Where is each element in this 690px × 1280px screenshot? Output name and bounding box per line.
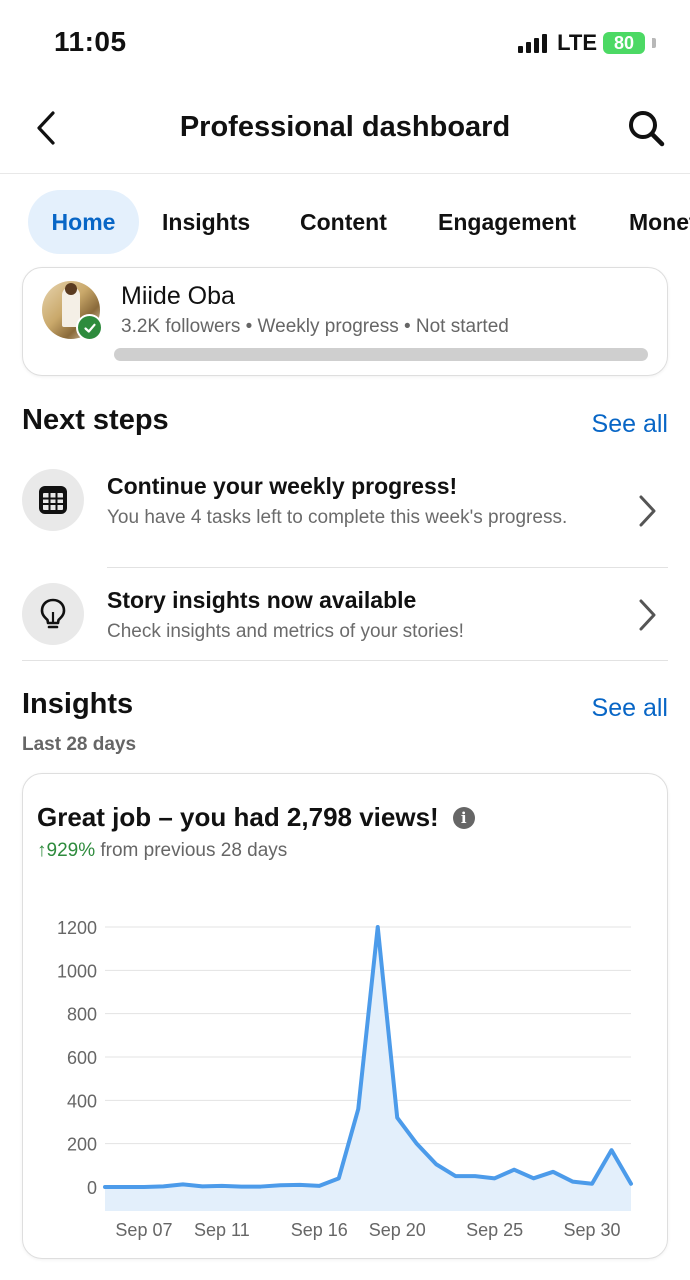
battery-icon: 80 <box>603 32 645 54</box>
battery-tip <box>652 38 656 48</box>
views-area <box>105 927 631 1211</box>
tab-content[interactable]: Content <box>278 190 409 254</box>
chevron-right-icon <box>632 491 662 531</box>
change-text: from previous 28 days <box>95 840 288 861</box>
chart-change: ↑929% from previous 28 days <box>37 840 287 862</box>
next-steps-see-all-link[interactable]: See all <box>592 410 668 439</box>
weekly-progress-bar <box>114 348 648 361</box>
tab-bar: Home Insights Content Engagement Monet <box>0 188 690 256</box>
y-tick-label: 600 <box>67 1048 97 1068</box>
x-tick-label: Sep 25 <box>466 1220 523 1240</box>
views-chart-card[interactable]: Great job – you had 2,798 views! i ↑929%… <box>22 773 668 1259</box>
x-tick-label: Sep 07 <box>115 1220 172 1240</box>
verified-check-icon <box>76 314 103 341</box>
status-time: 11:05 <box>54 26 127 57</box>
tab-home[interactable]: Home <box>28 190 139 254</box>
next-step-weekly-progress[interactable]: Continue your weekly progress! You have … <box>22 469 668 559</box>
y-tick-label: 1000 <box>57 961 97 981</box>
next-steps-title: Next steps <box>22 404 169 436</box>
x-tick-label: Sep 20 <box>369 1220 426 1240</box>
insights-title: Insights <box>22 688 134 720</box>
calendar-grid-icon <box>22 469 84 531</box>
y-tick-label: 0 <box>87 1178 97 1198</box>
change-percent: ↑929% <box>37 840 96 861</box>
search-button[interactable] <box>624 106 668 150</box>
chevron-right-icon <box>632 595 662 635</box>
divider <box>107 567 668 568</box>
y-tick-label: 1200 <box>57 918 97 938</box>
signal-icon <box>518 33 548 53</box>
lightbulb-icon <box>22 583 84 645</box>
profile-name: Miide Oba <box>121 282 235 310</box>
info-icon[interactable]: i <box>452 806 475 829</box>
x-tick-label: Sep 30 <box>564 1220 621 1240</box>
profile-subtitle: 3.2K followers • Weekly progress • Not s… <box>121 316 509 337</box>
tab-monetization[interactable]: Monet <box>607 190 690 254</box>
insights-period: Last 28 days <box>22 734 137 755</box>
battery-level: 80 <box>613 32 635 53</box>
tab-engagement[interactable]: Engagement <box>416 190 598 254</box>
chart-headline-text: Great job – you had 2,798 views! <box>37 802 439 832</box>
search-icon <box>629 111 665 147</box>
profile-card[interactable]: Miide Oba 3.2K followers • Weekly progre… <box>22 267 668 376</box>
y-tick-label: 400 <box>67 1091 97 1111</box>
page-title: Professional dashboard <box>179 111 511 143</box>
network-label: LTE <box>557 30 597 55</box>
insights-see-all-link[interactable]: See all <box>592 694 668 723</box>
nav-bar: Professional dashboard <box>0 86 690 174</box>
y-tick-label: 200 <box>67 1135 97 1155</box>
x-tick-label: Sep 16 <box>291 1220 348 1240</box>
tab-insights[interactable]: Insights <box>140 190 272 254</box>
status-bar: 11:05 LTE 80 <box>0 0 690 86</box>
y-tick-label: 800 <box>67 1005 97 1025</box>
divider <box>22 660 668 661</box>
step-description: You have 4 tasks left to complete this w… <box>107 507 568 528</box>
views-chart: 1200 1000 800 600 400 200 0 Sep 07 Sep 11 Sep 16 S… <box>57 918 633 1240</box>
x-tick-label: Sep 11 <box>194 1220 250 1240</box>
step-title: Story insights now available <box>107 587 417 613</box>
status-indicators: LTE 80 <box>518 30 656 56</box>
next-step-story-insights[interactable]: Story insights now available Check insig… <box>22 583 668 653</box>
step-description: Check insights and metrics of your stori… <box>107 621 464 642</box>
chart-headline: Great job – you had 2,798 views! i <box>37 802 475 833</box>
step-title: Continue your weekly progress! <box>107 473 458 499</box>
